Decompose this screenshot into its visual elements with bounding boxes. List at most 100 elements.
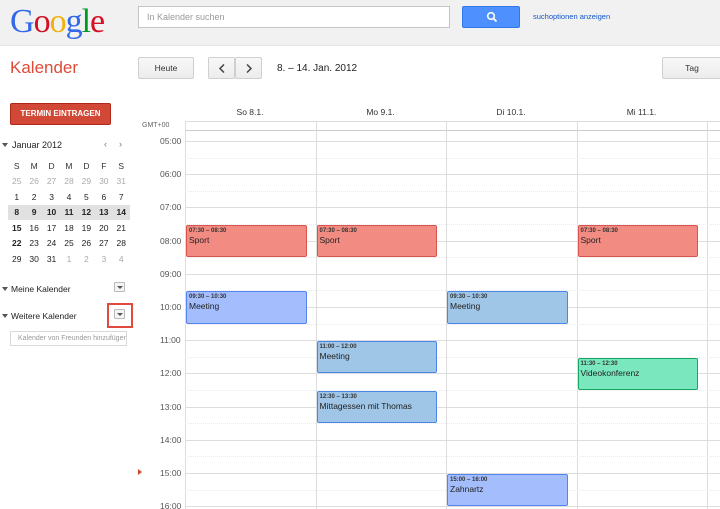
mini-calendar-day[interactable]: 3 xyxy=(95,251,112,267)
my-calendars-label[interactable]: Meine Kalender xyxy=(11,284,71,294)
weekday-header: M xyxy=(65,160,73,171)
day-column-header[interactable]: Di 10.1. xyxy=(446,107,576,117)
collapse-triangle-icon[interactable] xyxy=(2,143,8,147)
calendar-event[interactable]: 15:00 – 16:00 Zahnartz xyxy=(447,474,568,507)
calendar-event[interactable]: 09:30 – 10:30 Meeting xyxy=(447,291,568,324)
mini-calendar-day[interactable]: 1 xyxy=(60,251,77,267)
calendar-event[interactable]: 07:30 – 08:30 Sport xyxy=(316,225,437,258)
mini-calendar-day[interactable]: 29 xyxy=(78,174,95,190)
mini-calendar-day[interactable]: 10 xyxy=(42,204,61,220)
hour-line xyxy=(185,506,720,508)
mini-calendar-day[interactable]: 25 xyxy=(60,236,77,252)
logo-letter: G xyxy=(10,3,35,40)
mini-calendar-header[interactable]: Januar 2012 xyxy=(2,140,130,152)
event-time: 15:00 – 16:00 xyxy=(450,477,488,483)
mini-calendar-next-button[interactable]: › xyxy=(119,139,122,149)
mini-calendar-day[interactable]: 2 xyxy=(25,189,42,205)
mini-calendar-day[interactable]: 30 xyxy=(95,174,112,190)
mini-calendar-day[interactable]: 2 xyxy=(78,251,95,267)
mini-calendar-prev-button[interactable]: ‹ xyxy=(104,139,107,149)
mini-calendar-day[interactable]: 26 xyxy=(78,236,95,252)
other-calendars-label[interactable]: Weitere Kalender xyxy=(11,311,77,321)
mini-calendar-day[interactable]: 6 xyxy=(95,189,112,205)
search-input[interactable]: In Kalender suchen xyxy=(138,6,450,28)
mini-calendar-day[interactable]: 3 xyxy=(43,189,60,205)
column-divider xyxy=(576,131,578,509)
event-time: 11:00 – 12:00 xyxy=(319,344,357,351)
logo-letter: g xyxy=(65,3,83,40)
mini-calendar-day[interactable]: 31 xyxy=(113,174,130,190)
calendar-event[interactable]: 12:30 – 13:30 Mittagessen mit Thomas xyxy=(316,391,437,424)
mini-calendar-day[interactable]: 18 xyxy=(60,220,77,236)
mini-calendar-day[interactable]: 1 xyxy=(8,189,25,205)
mini-calendar-day[interactable]: 27 xyxy=(43,174,60,190)
mini-calendar-day[interactable]: 26 xyxy=(25,174,42,190)
mini-calendar-day[interactable]: 19 xyxy=(78,220,95,236)
collapse-triangle-icon[interactable] xyxy=(2,314,8,318)
google-logo[interactable]: Google xyxy=(10,3,105,41)
day-view-button[interactable]: Tag xyxy=(662,57,720,79)
other-calendars-section[interactable]: Weitere Kalender xyxy=(2,311,122,323)
mini-calendar-day[interactable]: 17 xyxy=(43,220,60,236)
mini-calendar-day[interactable]: 9 xyxy=(25,204,43,220)
mini-calendar-day[interactable]: 28 xyxy=(60,174,77,190)
calendar-event[interactable]: 11:30 – 12:30 Videokonferenz xyxy=(577,357,698,390)
mini-calendar-day[interactable]: 29 xyxy=(8,251,25,267)
collapse-triangle-icon[interactable] xyxy=(2,287,8,291)
mini-calendar-day[interactable]: 31 xyxy=(43,251,60,267)
all-day-divider xyxy=(576,121,578,131)
mini-calendar-title: Januar 2012 xyxy=(12,140,63,150)
mini-calendar-day[interactable]: 15 xyxy=(8,220,25,236)
search-icon xyxy=(486,11,498,23)
weekday-header: M xyxy=(30,160,38,171)
calendar-event[interactable]: 07:30 – 08:30 Sport xyxy=(186,225,307,258)
hour-line xyxy=(185,141,720,142)
next-period-button[interactable] xyxy=(235,57,262,79)
create-event-button[interactable]: TERMIN EINTRAGEN xyxy=(10,103,111,125)
today-button[interactable]: Heute xyxy=(138,57,194,79)
mini-calendar-day[interactable]: 7 xyxy=(113,189,130,205)
weekday-header: S xyxy=(118,160,125,171)
add-friend-calendar-input[interactable]: Kalender von Freunden hinzufügen xyxy=(10,331,127,346)
search-options-link[interactable]: suchoptionen anzeigen xyxy=(533,12,610,21)
mini-calendar-day[interactable]: 4 xyxy=(60,189,77,205)
chevron-left-icon xyxy=(218,64,225,73)
half-hour-line xyxy=(185,190,720,192)
mini-calendar-day[interactable]: 4 xyxy=(113,251,130,267)
calendar-event[interactable]: 09:30 – 10:30 Meeting xyxy=(186,291,307,324)
day-column-header[interactable]: Mi 11.1. xyxy=(577,107,707,117)
day-column-header[interactable]: Mo 9.1. xyxy=(316,107,446,117)
time-label: 15:00 xyxy=(160,468,182,478)
calendar-event[interactable]: 07:30 – 08:30 Sport xyxy=(577,225,698,258)
mini-calendar-day[interactable]: 27 xyxy=(95,236,112,252)
day-column-header[interactable]: So 8.1. xyxy=(185,107,315,117)
previous-period-button[interactable] xyxy=(208,57,235,79)
search-button[interactable] xyxy=(462,6,520,28)
mini-calendar-day[interactable]: 24 xyxy=(43,236,60,252)
mini-calendar-day[interactable]: 25 xyxy=(8,174,25,190)
mini-calendar-day[interactable]: 8 xyxy=(8,204,26,220)
mini-calendar-day[interactable]: 23 xyxy=(25,236,42,252)
mini-calendar-day[interactable]: 13 xyxy=(95,204,113,220)
mini-calendar-day[interactable]: 20 xyxy=(95,220,112,236)
event-time: 12:30 – 13:30 xyxy=(319,394,357,400)
half-hour-line xyxy=(185,157,720,159)
week-grid[interactable]: GMT+00 So 8.1. Mo 9.1. Di 10.1. Mi 11.1. 05:… xyxy=(138,100,720,509)
mini-calendar-day[interactable]: 14 xyxy=(112,204,130,220)
mini-calendar-day[interactable]: 30 xyxy=(25,251,42,267)
mini-calendar-day[interactable]: 11 xyxy=(60,204,78,220)
calendar-event[interactable]: 11:00 – 12:00 Meeting xyxy=(316,341,437,374)
mini-calendar-day[interactable]: 22 xyxy=(8,236,25,252)
mini-calendar-day[interactable]: 5 xyxy=(78,189,95,205)
all-day-row[interactable] xyxy=(185,121,720,131)
my-calendars-section[interactable]: Meine Kalender xyxy=(2,284,122,296)
mini-calendar-day[interactable]: 16 xyxy=(25,220,42,236)
hour-line xyxy=(185,273,720,275)
mini-calendar-day[interactable]: 21 xyxy=(113,220,130,236)
event-time: 07:30 – 08:30 xyxy=(189,228,227,234)
half-hour-line xyxy=(185,423,720,425)
weekday-header: S xyxy=(13,160,20,171)
mini-calendar-day[interactable]: 12 xyxy=(77,204,96,220)
mini-calendar-day[interactable]: 28 xyxy=(113,236,130,252)
my-calendars-dropdown-button[interactable] xyxy=(114,282,125,292)
